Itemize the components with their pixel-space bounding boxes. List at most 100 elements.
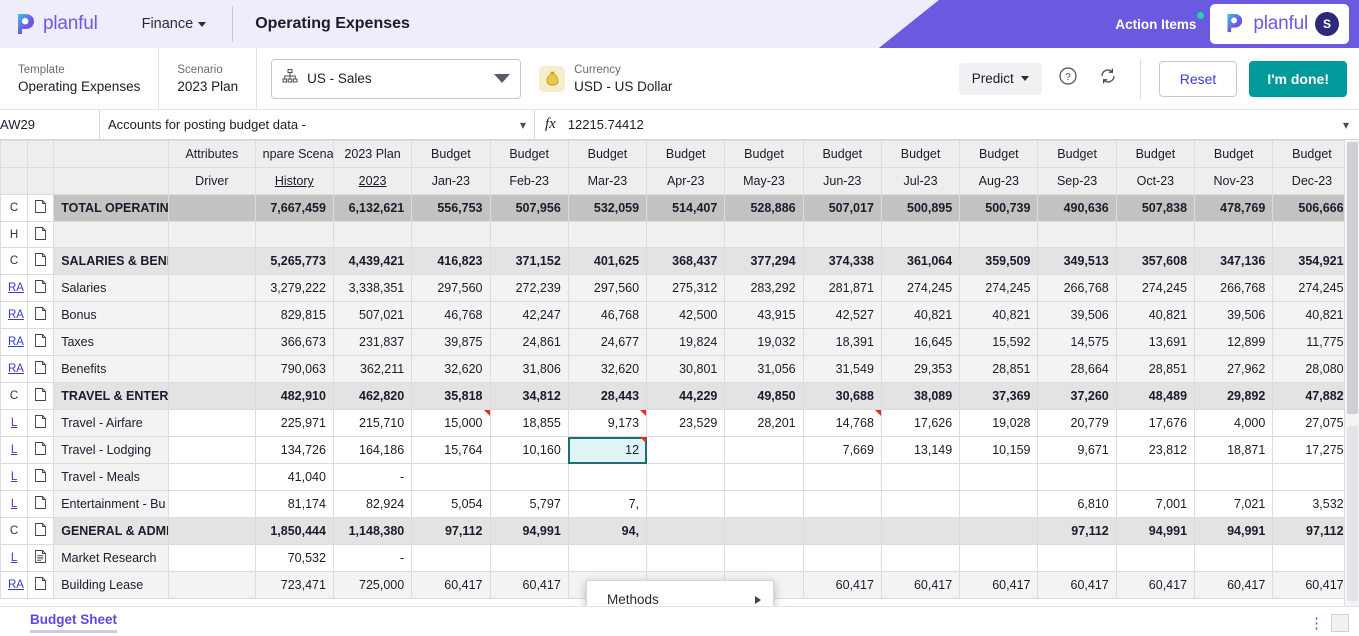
grid-cell[interactable]: 274,245 xyxy=(880,274,961,302)
grid-cell[interactable]: 5,265,773 xyxy=(254,247,334,275)
table-row[interactable]: L Entertainment - Bu 81,174 82,924 5,054 5,79… xyxy=(0,490,1359,518)
grid-cell[interactable]: 297,560 xyxy=(567,274,648,302)
column-header[interactable] xyxy=(0,140,29,168)
column-header[interactable]: Budget xyxy=(489,140,569,168)
grid-cell[interactable] xyxy=(802,463,882,491)
row-type-indicator[interactable]: L xyxy=(0,409,29,437)
grid-cell[interactable]: 81,174 xyxy=(254,490,334,518)
page-icon[interactable] xyxy=(27,382,55,410)
grid-cell[interactable]: 401,625 xyxy=(567,247,648,275)
grid-cell[interactable]: 40,821 xyxy=(1272,301,1352,329)
grid-cell[interactable]: 18,855 xyxy=(489,409,569,437)
grid-cell[interactable]: 42,247 xyxy=(489,301,569,329)
grid-cell[interactable]: 46,768 xyxy=(411,301,491,329)
grid-cell[interactable] xyxy=(1194,221,1274,248)
grid-cell[interactable]: 266,768 xyxy=(1037,274,1117,302)
grid-cell[interactable]: 97,112 xyxy=(1272,517,1352,545)
grid-cell[interactable]: 60,417 xyxy=(1037,571,1117,599)
grid-cell[interactable]: 32,620 xyxy=(567,355,648,383)
grid-cell[interactable]: 31,549 xyxy=(802,355,882,383)
action-items-button[interactable]: Action Items xyxy=(1115,11,1205,32)
grid-cell[interactable]: 29,353 xyxy=(880,355,961,383)
grid-cell[interactable]: 18,391 xyxy=(802,328,882,356)
grid-cell[interactable] xyxy=(411,463,491,491)
grid-cell[interactable] xyxy=(168,382,256,410)
grid-cell[interactable]: 7,669 xyxy=(802,436,882,464)
grid-cell[interactable]: 42,500 xyxy=(646,301,726,329)
grid-cell[interactable]: 357,608 xyxy=(1115,247,1196,275)
grid-cell[interactable] xyxy=(646,490,726,518)
grid-cell[interactable]: 164,186 xyxy=(332,436,413,464)
grid-cell[interactable]: 94,991 xyxy=(1115,517,1196,545)
resize-handle[interactable] xyxy=(1331,613,1349,632)
row-type-indicator[interactable]: RA xyxy=(0,328,29,356)
grid-cell[interactable] xyxy=(802,221,882,248)
grid-cell[interactable]: 13,691 xyxy=(1115,328,1196,356)
grid-cell[interactable] xyxy=(489,544,569,572)
grid-cell[interactable] xyxy=(567,463,648,491)
page-icon[interactable] xyxy=(27,436,55,464)
column-header[interactable]: Budget xyxy=(880,140,961,168)
page-icon[interactable] xyxy=(27,194,55,222)
grid-cell[interactable] xyxy=(1115,544,1196,572)
table-row[interactable]: C SALARIES & BENE 5,265,773 4,439,421 416,82… xyxy=(0,247,1359,275)
grid-cell[interactable] xyxy=(1272,544,1352,572)
grid-cell[interactable]: 7, xyxy=(567,490,648,518)
grid-cell[interactable]: 60,417 xyxy=(489,571,569,599)
grid-cell[interactable]: 39,875 xyxy=(411,328,491,356)
grid-cell[interactable]: 7,001 xyxy=(1115,490,1196,518)
column-header[interactable] xyxy=(53,167,170,195)
grid-cell[interactable] xyxy=(724,436,804,464)
grid-cell[interactable]: 30,688 xyxy=(802,382,882,410)
grid-cell[interactable]: 37,260 xyxy=(1037,382,1117,410)
grid-cell[interactable]: 28,201 xyxy=(724,409,804,437)
page-icon[interactable] xyxy=(27,247,55,275)
grid-cell[interactable] xyxy=(489,463,569,491)
grid-cell[interactable]: 507,956 xyxy=(489,194,569,222)
grid-cell[interactable]: 28,851 xyxy=(959,355,1039,383)
column-header[interactable]: Mar-23 xyxy=(567,167,648,195)
grid-cell[interactable] xyxy=(880,463,961,491)
grid-cell[interactable]: 14,575 xyxy=(1037,328,1117,356)
grid-cell[interactable]: 10,160 xyxy=(489,436,569,464)
row-label[interactable]: Building Lease xyxy=(53,571,170,599)
column-header[interactable]: Budget xyxy=(1037,140,1117,168)
grid-cell[interactable] xyxy=(959,544,1039,572)
row-type-indicator[interactable]: RA xyxy=(0,301,29,329)
grid-cell[interactable] xyxy=(254,221,334,248)
column-header[interactable]: Budget xyxy=(802,140,882,168)
grid-cell[interactable]: 374,338 xyxy=(802,247,882,275)
column-header[interactable]: Jan-23 xyxy=(411,167,491,195)
page-icon[interactable] xyxy=(27,571,55,599)
grid-cell[interactable]: 507,838 xyxy=(1115,194,1196,222)
grid-cell[interactable]: 4,439,421 xyxy=(332,247,413,275)
grid-cell[interactable]: 225,971 xyxy=(254,409,334,437)
grid-cell[interactable]: 94,991 xyxy=(1194,517,1274,545)
chevron-down-icon[interactable]: ▾ xyxy=(1343,118,1349,132)
entity-select[interactable]: US - Sales xyxy=(271,58,522,99)
grid-cell[interactable]: 528,886 xyxy=(724,194,804,222)
grid-cell[interactable] xyxy=(1194,544,1274,572)
cell-reference-box[interactable]: AW29 xyxy=(0,110,100,139)
im-done-button[interactable]: I'm done! xyxy=(1249,60,1347,97)
grid-cell[interactable]: 16,645 xyxy=(880,328,961,356)
grid-cell[interactable] xyxy=(567,544,648,572)
grid-cell[interactable] xyxy=(646,544,726,572)
grid-cell[interactable] xyxy=(168,274,256,302)
row-label[interactable]: Salaries xyxy=(53,274,170,302)
grid-cell[interactable]: 23,812 xyxy=(1115,436,1196,464)
grid-cell[interactable]: 42,527 xyxy=(802,301,882,329)
grid-cell[interactable]: 368,437 xyxy=(646,247,726,275)
grid-cell[interactable]: 556,753 xyxy=(411,194,491,222)
page-icon[interactable] xyxy=(27,301,55,329)
page-icon[interactable] xyxy=(27,221,55,248)
grid-cell[interactable]: 18,871 xyxy=(1194,436,1274,464)
table-row[interactable]: C TRAVEL & ENTERT 482,910 462,820 35,818 34,8… xyxy=(0,382,1359,410)
grid-cell[interactable]: 97,112 xyxy=(1037,517,1117,545)
column-header[interactable] xyxy=(27,167,55,195)
row-label[interactable]: Travel - Lodging xyxy=(53,436,170,464)
table-row[interactable]: RA Taxes 366,673 231,837 39,875 24,861 24,677 1… xyxy=(0,328,1359,356)
grid-cell[interactable]: 462,820 xyxy=(332,382,413,410)
grid-cell[interactable]: 34,812 xyxy=(489,382,569,410)
grid-cell[interactable] xyxy=(724,463,804,491)
